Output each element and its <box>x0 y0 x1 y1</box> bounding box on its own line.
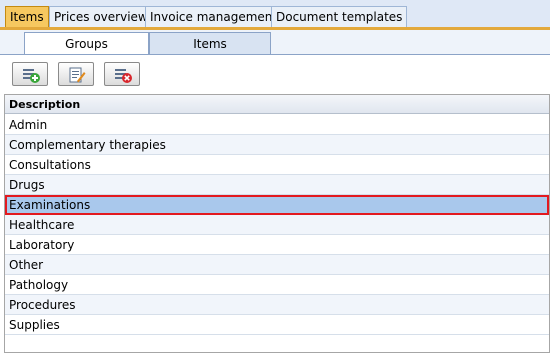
add-group-button[interactable] <box>12 62 48 86</box>
delete-group-button[interactable] <box>104 62 140 86</box>
top-tab-bar: Items Prices overview Invoice management… <box>0 0 550 30</box>
top-tab-prices-overview[interactable]: Prices overview <box>49 6 153 27</box>
edit-group-button[interactable] <box>58 62 94 86</box>
top-tab-document-templates[interactable]: Document templates <box>271 6 408 27</box>
table-row[interactable]: Pathology <box>5 275 549 295</box>
delete-group-icon <box>115 69 132 83</box>
edit-group-icon <box>69 67 86 83</box>
sub-tab-items[interactable]: Items <box>149 32 271 54</box>
column-header-description[interactable]: Description <box>5 95 549 114</box>
table-row[interactable]: Complementary therapies <box>5 135 549 155</box>
table-row[interactable]: Admin <box>5 115 549 135</box>
add-group-icon <box>23 69 40 83</box>
table-row[interactable]: Other <box>5 255 549 275</box>
table-row[interactable]: Drugs <box>5 175 549 195</box>
top-tab-items[interactable]: Items <box>5 6 49 27</box>
table-row[interactable]: Laboratory <box>5 235 549 255</box>
table-row[interactable]: Supplies <box>5 315 549 335</box>
groups-grid: Description Admin Complementary therapie… <box>4 94 550 353</box>
table-row[interactable]: Procedures <box>5 295 549 315</box>
top-tab-invoice-management[interactable]: Invoice management <box>145 6 283 27</box>
table-row-selected[interactable]: Examinations <box>5 195 549 215</box>
table-row[interactable]: Consultations <box>5 155 549 175</box>
toolbar <box>0 54 550 93</box>
table-row[interactable]: Healthcare <box>5 215 549 235</box>
sub-tab-groups[interactable]: Groups <box>24 32 149 54</box>
